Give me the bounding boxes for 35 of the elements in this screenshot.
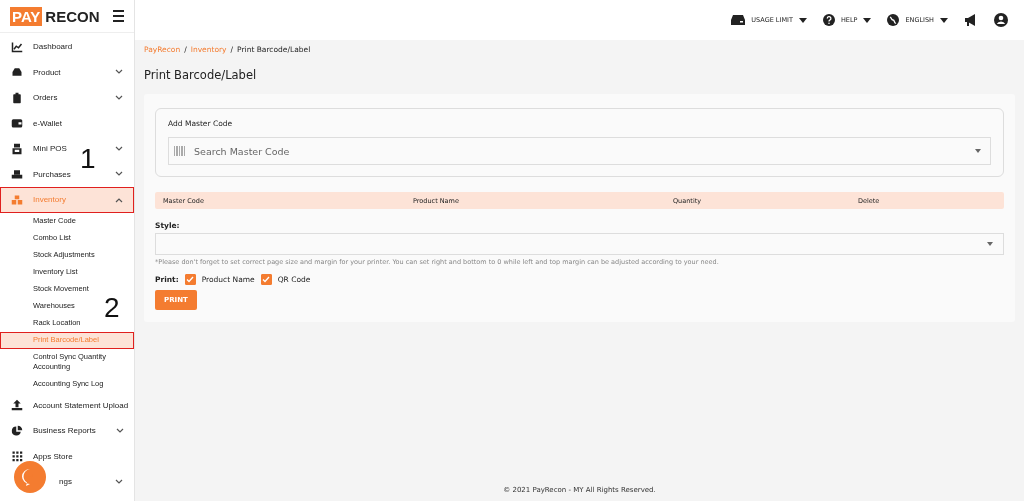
hard-drive-icon [731, 15, 746, 25]
cash-register-icon [11, 142, 23, 155]
sidebar-item[interactable]: Dashboard [33, 42, 73, 52]
sidebar-item[interactable]: Orders [33, 93, 58, 103]
sidebar-item[interactable]: e-Wallet [33, 118, 63, 128]
sidebar-item[interactable]: Product [33, 67, 61, 77]
step-number: 1 [80, 143, 96, 175]
chat-bubble-icon[interactable] [14, 461, 46, 493]
grid-icon [11, 450, 23, 463]
wallet-icon [11, 117, 23, 130]
sidebar-item[interactable]: Account Statement Upload [33, 400, 129, 410]
step-number: 2 [104, 292, 120, 324]
sidebar-item[interactable]: Mini POS [33, 144, 67, 154]
tray-icon [11, 66, 23, 79]
logo-text: RECON [44, 7, 100, 25]
pie-chart-icon [11, 424, 23, 437]
barcode-icon [174, 146, 186, 156]
dropdown-icon [986, 241, 994, 247]
help-icon [822, 14, 835, 26]
user-avatar-icon[interactable] [994, 13, 1008, 27]
upload-icon [11, 399, 23, 412]
checkbox[interactable] [184, 274, 196, 285]
megaphone-icon[interactable] [964, 14, 978, 26]
page-title: Print Barcode/Label [144, 68, 258, 82]
dropdown-icon [974, 149, 982, 154]
search-field[interactable]: Search Master Code [168, 137, 991, 165]
sidebar-item[interactable]: Apps Store [33, 451, 73, 461]
chart-icon [11, 40, 23, 53]
sidebar-item[interactable]: ngs [59, 477, 72, 487]
checkbox[interactable] [260, 274, 272, 285]
clipboard-icon [11, 91, 23, 104]
menu-icon[interactable] [113, 10, 124, 22]
sidebar-item[interactable]: Business Reports [33, 426, 96, 436]
sidebar-item[interactable]: Purchases [33, 169, 71, 179]
logo-text: PAY [10, 6, 43, 26]
